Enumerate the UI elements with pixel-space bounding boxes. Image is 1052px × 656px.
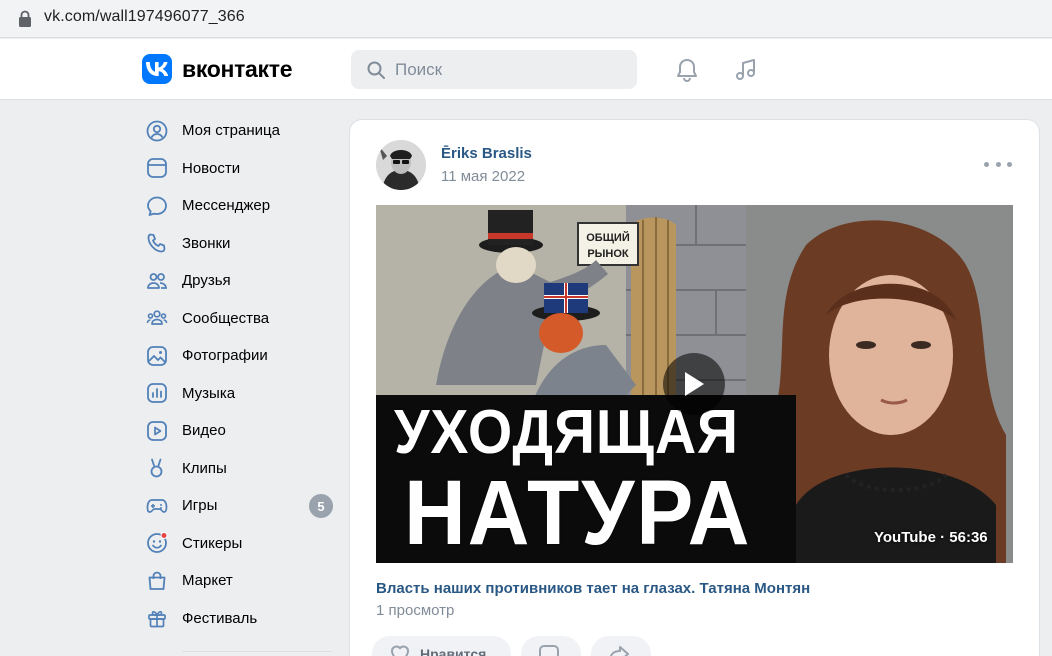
nav-item-stickers[interactable]: Стикеры bbox=[140, 525, 340, 563]
phone-icon bbox=[145, 231, 169, 255]
nav-item-label: Фестиваль bbox=[182, 609, 258, 627]
music-player-button[interactable] bbox=[729, 53, 763, 87]
left-nav: Моя страница Новости Мессенджер Звонки Д… bbox=[140, 112, 340, 637]
nav-item-clips[interactable]: Клипы bbox=[140, 450, 340, 488]
chat-bubble-icon bbox=[145, 194, 169, 218]
gamepad-icon bbox=[145, 494, 169, 518]
nav-item-label: Музыка bbox=[182, 384, 236, 402]
news-icon bbox=[145, 156, 169, 180]
vk-logo-icon bbox=[142, 54, 172, 84]
more-dots-icon bbox=[984, 161, 989, 167]
post-actions: Нравится bbox=[372, 636, 661, 656]
author-avatar[interactable] bbox=[376, 140, 426, 190]
video-thumbnail[interactable]: ОБЩИЙ РЫНОК УХОДЯЩАЯ НАТУРА YouTube · 56… bbox=[376, 205, 1013, 563]
vk-logo-text: вконтакте bbox=[182, 55, 293, 82]
gift-icon bbox=[145, 606, 169, 630]
nav-item-label: Новости bbox=[182, 159, 241, 177]
video-title-link[interactable]: Власть наших противников тает на глазах.… bbox=[376, 580, 810, 597]
nav-item-music[interactable]: Музыка bbox=[140, 375, 340, 413]
nav-item-calls[interactable]: Звонки bbox=[140, 225, 340, 263]
video-source-duration: YouTube · 56:36 bbox=[874, 529, 988, 546]
heart-icon bbox=[391, 645, 409, 656]
user-circle-icon bbox=[145, 119, 169, 143]
nav-item-my-page[interactable]: Моя страница bbox=[140, 112, 340, 150]
nav-item-label: Сообщества bbox=[182, 309, 270, 327]
play-icon bbox=[685, 372, 704, 396]
nav-item-photos[interactable]: Фотографии bbox=[140, 337, 340, 375]
nav-item-video[interactable]: Видео bbox=[140, 412, 340, 450]
more-dots-icon bbox=[995, 161, 1001, 167]
music-note-icon bbox=[736, 59, 755, 80]
bell-icon bbox=[677, 59, 697, 82]
nav-item-news[interactable]: Новости bbox=[140, 150, 340, 188]
nav-item-messenger[interactable]: Мессенджер bbox=[140, 187, 340, 225]
nav-item-label: Маркет bbox=[182, 572, 233, 590]
friends-icon bbox=[145, 269, 169, 293]
svg-text:ОБЩИЙ: ОБЩИЙ bbox=[586, 231, 630, 244]
video-views-count: 1 просмотр bbox=[376, 602, 455, 619]
nav-item-label: Фотографии bbox=[182, 347, 268, 365]
video-icon bbox=[145, 419, 169, 443]
nav-item-label: Моя страница bbox=[182, 122, 280, 140]
play-button[interactable] bbox=[663, 353, 725, 415]
like-label: Нравится bbox=[420, 646, 487, 656]
search-box[interactable] bbox=[351, 50, 637, 89]
nav-item-communities[interactable]: Сообщества bbox=[140, 300, 340, 338]
nav-item-label: Друзья bbox=[182, 272, 231, 290]
vk-header: вконтакте bbox=[0, 39, 1052, 100]
more-dots-icon bbox=[1007, 161, 1012, 167]
nav-item-label: Клипы bbox=[182, 459, 227, 477]
post-date[interactable]: 11 мая 2022 bbox=[441, 168, 525, 185]
post-author-name[interactable]: Ēriks Braslis bbox=[441, 145, 532, 162]
svg-text:РЫНОК: РЫНОК bbox=[587, 248, 629, 260]
nav-item-label: Игры bbox=[182, 497, 218, 515]
share-button[interactable] bbox=[591, 636, 651, 656]
nav-item-games[interactable]: Игры 5 bbox=[140, 487, 340, 525]
wall-post-card: Ēriks Braslis 11 мая 2022 ОБЩИЙ РЫНОК УХ… bbox=[350, 120, 1039, 656]
market-bag-icon bbox=[145, 569, 169, 593]
browser-url-bar: vk.com/wall197496077_366 bbox=[0, 0, 1052, 38]
comment-icon bbox=[539, 645, 559, 656]
communities-icon bbox=[145, 306, 169, 330]
nav-item-label: Мессенджер bbox=[182, 197, 271, 215]
photo-icon bbox=[145, 344, 169, 368]
url-text[interactable]: vk.com/wall197496077_366 bbox=[44, 8, 245, 26]
music-chart-icon bbox=[145, 381, 169, 405]
lock-icon bbox=[19, 10, 31, 27]
like-button[interactable]: Нравится bbox=[372, 636, 511, 656]
nav-item-label: Звонки bbox=[182, 234, 231, 252]
share-icon bbox=[609, 646, 629, 656]
nav-item-friends[interactable]: Друзья bbox=[140, 262, 340, 300]
video-title-line-2: НАТУРА bbox=[404, 462, 752, 563]
nav-item-festival[interactable]: Фестиваль bbox=[140, 600, 340, 638]
comment-button[interactable] bbox=[521, 636, 581, 656]
search-input[interactable] bbox=[395, 50, 625, 89]
search-icon bbox=[367, 61, 385, 79]
notifications-button[interactable] bbox=[670, 53, 704, 87]
nav-item-market[interactable]: Маркет bbox=[140, 562, 340, 600]
sticker-icon bbox=[145, 531, 169, 555]
nav-divider bbox=[182, 651, 332, 652]
nav-item-label: Видео bbox=[182, 422, 226, 440]
nav-item-label: Стикеры bbox=[182, 534, 243, 552]
post-more-button[interactable] bbox=[984, 154, 1012, 174]
clips-icon bbox=[145, 456, 169, 480]
games-count-badge: 5 bbox=[309, 494, 333, 518]
vk-logo[interactable]: вконтакте bbox=[142, 54, 293, 84]
